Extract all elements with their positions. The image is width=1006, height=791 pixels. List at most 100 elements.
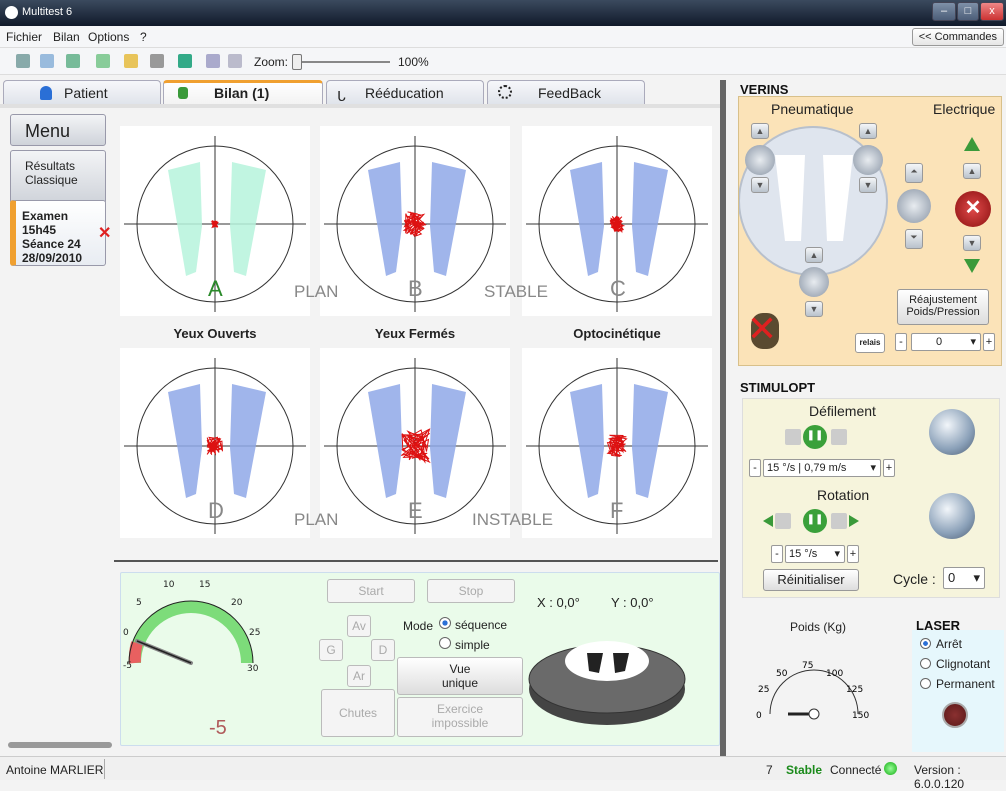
- menu-bilan[interactable]: Bilan: [53, 30, 80, 44]
- def-pause-button[interactable]: ❚❚: [803, 425, 827, 449]
- import-icon[interactable]: [96, 54, 110, 68]
- close-button[interactable]: x: [980, 2, 1004, 21]
- gauge-red-arc: [128, 641, 143, 664]
- folder-icon[interactable]: [124, 54, 138, 68]
- ar-button[interactable]: Ar: [347, 665, 371, 687]
- elec-up-button[interactable]: ▲: [963, 163, 981, 179]
- left-nav: Menu Résultats Classique Examen 15h45 Sé…: [8, 112, 112, 762]
- stabilogram-panel[interactable]: C: [522, 126, 712, 316]
- radio-arret[interactable]: [920, 638, 931, 649]
- zoom-slider-thumb[interactable]: [292, 54, 302, 70]
- cop-trace: [210, 219, 220, 229]
- menu-button[interactable]: Menu: [10, 114, 106, 146]
- zoom-slider-track[interactable]: [292, 61, 390, 63]
- g-button[interactable]: G: [319, 639, 343, 661]
- pneu-right-minus-button[interactable]: [853, 145, 883, 175]
- elec-up2-button[interactable]: ⏶: [905, 163, 923, 183]
- start-button[interactable]: Start: [327, 579, 415, 603]
- rot-prev-button[interactable]: [775, 513, 791, 529]
- elec-down-arrow-icon[interactable]: [964, 259, 980, 273]
- reajustement-button[interactable]: Réajustement Poids/Pression: [897, 289, 989, 325]
- elec-up-arrow-icon[interactable]: [964, 137, 980, 151]
- app-logo-icon: [5, 6, 18, 19]
- pneu-left-down-button[interactable]: ▼: [751, 177, 769, 193]
- elec-down-button[interactable]: ▼: [963, 235, 981, 251]
- content-divider: [114, 560, 718, 562]
- chart-icon[interactable]: [178, 54, 192, 68]
- rot-right-arrow-icon[interactable]: [849, 515, 859, 527]
- radio-permanent[interactable]: [920, 678, 931, 689]
- tab-feedback[interactable]: FeedBack: [487, 80, 645, 105]
- commandes-button[interactable]: << Commandes: [911, 28, 1004, 46]
- pneu-right-down-button[interactable]: ▼: [859, 177, 877, 193]
- def-prev-button[interactable]: [785, 429, 801, 445]
- delete-icon[interactable]: ✕: [98, 223, 111, 243]
- pneu-left-minus-button[interactable]: [745, 145, 775, 175]
- maximize-button[interactable]: □: [957, 2, 979, 21]
- stabilogram-panel[interactable]: A: [120, 126, 310, 316]
- verins-value-select[interactable]: 0 ▾: [911, 333, 981, 351]
- radio-clignotant[interactable]: [920, 658, 931, 669]
- pneu-left-up-button[interactable]: ▲: [751, 123, 769, 139]
- radio-sequence[interactable]: [439, 617, 451, 629]
- check-icon[interactable]: [40, 54, 54, 68]
- def-next-button[interactable]: [831, 429, 847, 445]
- laser-clignotant-label: Clignotant: [936, 657, 991, 671]
- minimize-button[interactable]: –: [932, 2, 956, 21]
- svg-text:0: 0: [756, 711, 762, 721]
- tab-bilan[interactable]: Bilan (1): [163, 80, 323, 105]
- gauge-tick-25: 25: [249, 628, 260, 638]
- rot-pause-button[interactable]: ❚❚: [803, 509, 827, 533]
- rot-minus-button[interactable]: -: [771, 545, 783, 563]
- rot-plus-button[interactable]: +: [847, 545, 859, 563]
- relais-button[interactable]: relais: [855, 333, 885, 353]
- tools-icon[interactable]: [16, 54, 30, 68]
- menu-help[interactable]: ?: [140, 30, 147, 44]
- panel-letter: D: [208, 498, 224, 523]
- control-panel: -5 0 5 10 15 20 25 30 -5 Start Stop Av G…: [120, 572, 720, 746]
- av-button[interactable]: Av: [347, 615, 371, 637]
- elec-minus-button[interactable]: [897, 189, 931, 223]
- exercice-impossible-button[interactable]: Exercice impossible: [397, 697, 523, 737]
- def-plus-button[interactable]: +: [883, 459, 895, 477]
- rot-next-button[interactable]: [831, 513, 847, 529]
- rot-left-arrow-icon[interactable]: [763, 515, 773, 527]
- elec-stop-button[interactable]: ✕: [955, 191, 991, 227]
- stabilogram-panel[interactable]: B: [320, 126, 510, 316]
- radio-simple[interactable]: [439, 637, 451, 649]
- reinitialiser-button[interactable]: Réinitialiser: [763, 569, 859, 591]
- tab-reeducation[interactable]: ᒐ Rééducation: [326, 80, 484, 105]
- gauge-needle-line: [136, 640, 192, 664]
- d-button[interactable]: D: [371, 639, 395, 661]
- stop-button[interactable]: Stop: [427, 579, 515, 603]
- menu-fichier[interactable]: Fichier: [6, 30, 42, 44]
- pneu-bottom-up-button[interactable]: ▲: [805, 247, 823, 263]
- vue-unique-button[interactable]: Vue unique: [397, 657, 523, 695]
- resultats-button[interactable]: Résultats Classique: [10, 150, 106, 204]
- splitter[interactable]: [720, 80, 726, 756]
- verins-minus-button[interactable]: -: [895, 333, 907, 351]
- pneu-bottom-minus-button[interactable]: [799, 267, 829, 297]
- verins-plus-button[interactable]: +: [983, 333, 995, 351]
- def-minus-button[interactable]: -: [749, 459, 761, 477]
- tab-patient[interactable]: Patient: [3, 80, 161, 105]
- svg-text:125: 125: [846, 685, 863, 695]
- cycle-select[interactable]: 0 ▾: [943, 567, 985, 589]
- menu-options[interactable]: Options: [88, 30, 129, 44]
- grid-icon[interactable]: [206, 54, 220, 68]
- status-user: Antoine MARLIER: [6, 763, 104, 777]
- rot-speed-select[interactable]: 15 °/s ▾: [785, 545, 845, 563]
- pneu-right-up-button[interactable]: ▲: [859, 123, 877, 139]
- chutes-button[interactable]: Chutes: [321, 689, 395, 737]
- table-icon[interactable]: [228, 54, 242, 68]
- elec-down2-button[interactable]: ⏷: [905, 229, 923, 249]
- trash-icon[interactable]: [150, 54, 164, 68]
- exam-item[interactable]: Examen 15h45 Séance 24 28/09/2010 ✕: [10, 200, 111, 266]
- zoom-value: 100%: [398, 55, 429, 69]
- pneu-bottom-down-button[interactable]: ▼: [805, 301, 823, 317]
- def-speed-select[interactable]: 15 °/s | 0,79 m/s ▾: [763, 459, 881, 477]
- export-icon[interactable]: [66, 54, 80, 68]
- stabilogram-panel[interactable]: D: [120, 348, 310, 538]
- rotation-label: Rotation: [817, 487, 870, 503]
- nav-scrollbar[interactable]: [8, 742, 112, 748]
